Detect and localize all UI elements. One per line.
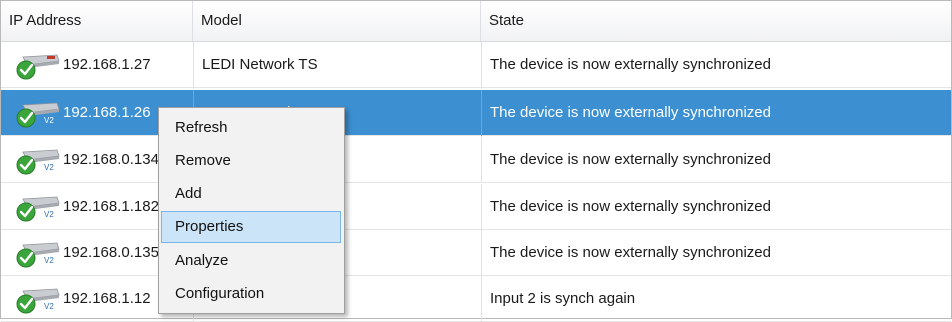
menu-item-configuration[interactable]: Configuration bbox=[161, 278, 341, 310]
state-cell: The device is now externally synchronize… bbox=[481, 90, 951, 136]
column-header-model[interactable]: Model bbox=[193, 1, 481, 41]
state-cell: The device is now externally synchronize… bbox=[481, 137, 951, 183]
ip-address-text: 192.168.1.26 bbox=[63, 104, 151, 121]
state-cell: Input 2 is synch again bbox=[481, 276, 951, 322]
device-v2-check-icon: V2 bbox=[16, 149, 60, 175]
table-row[interactable]: V2192.168.1.26LEDI Network TS v2The devi… bbox=[1, 90, 951, 136]
device-table: IP Address Model State 192.168.1.27 LEDI … bbox=[0, 0, 952, 322]
menu-item-add[interactable]: Add bbox=[161, 178, 341, 210]
device-v2-check-icon: V2 bbox=[16, 242, 60, 268]
svg-text:V2: V2 bbox=[44, 302, 54, 311]
table-row[interactable]: V2192.168.1.12LEDI Network TS v2Input 2 … bbox=[1, 276, 951, 322]
context-menu: Refresh Remove Add Properties Analyze Configu… bbox=[158, 107, 345, 314]
table-row[interactable]: V2192.168.1.182LEDI Network TS v2The dev… bbox=[1, 184, 951, 230]
menu-item-remove[interactable]: Remove bbox=[161, 145, 341, 177]
menu-item-refresh[interactable]: Refresh bbox=[161, 112, 341, 144]
svg-text:V2: V2 bbox=[44, 163, 54, 172]
table-row[interactable]: V2192.168.0.134LEDI Network TS v2The dev… bbox=[1, 137, 951, 183]
device-v2-check-icon: V2 bbox=[16, 288, 60, 314]
model-cell: LEDI Network TS bbox=[193, 42, 481, 88]
table-row[interactable]: V2192.168.0.135LEDI Network TS v2The dev… bbox=[1, 230, 951, 276]
svg-text:V2: V2 bbox=[44, 256, 54, 265]
column-header-state[interactable]: State bbox=[481, 1, 951, 41]
ip-cell: 192.168.1.27 bbox=[1, 42, 193, 88]
menu-item-analyze[interactable]: Analyze bbox=[161, 245, 341, 277]
table-row[interactable]: 192.168.1.27 LEDI Network TS The device is… bbox=[1, 42, 951, 88]
column-header-ip[interactable]: IP Address bbox=[1, 1, 193, 41]
svg-text:V2: V2 bbox=[44, 116, 54, 125]
state-cell: The device is now externally synchronize… bbox=[481, 184, 951, 230]
ip-address-text: 192.168.1.27 bbox=[63, 56, 151, 73]
state-cell: The device is now externally synchronize… bbox=[481, 42, 951, 88]
svg-text:V2: V2 bbox=[44, 210, 54, 219]
menu-item-properties[interactable]: Properties bbox=[161, 211, 341, 243]
device-v2-check-icon: V2 bbox=[16, 102, 60, 128]
ip-address-text: 192.168.1.182 bbox=[63, 198, 159, 215]
ip-address-text: 192.168.0.134 bbox=[63, 151, 159, 168]
table-header: IP Address Model State bbox=[1, 1, 951, 42]
device-v2-check-icon: V2 bbox=[16, 196, 60, 222]
state-cell: The device is now externally synchronize… bbox=[481, 230, 951, 276]
ip-address-text: 192.168.0.135 bbox=[63, 244, 159, 261]
ip-address-text: 192.168.1.12 bbox=[63, 290, 151, 307]
device-v1-check-icon bbox=[16, 54, 60, 80]
